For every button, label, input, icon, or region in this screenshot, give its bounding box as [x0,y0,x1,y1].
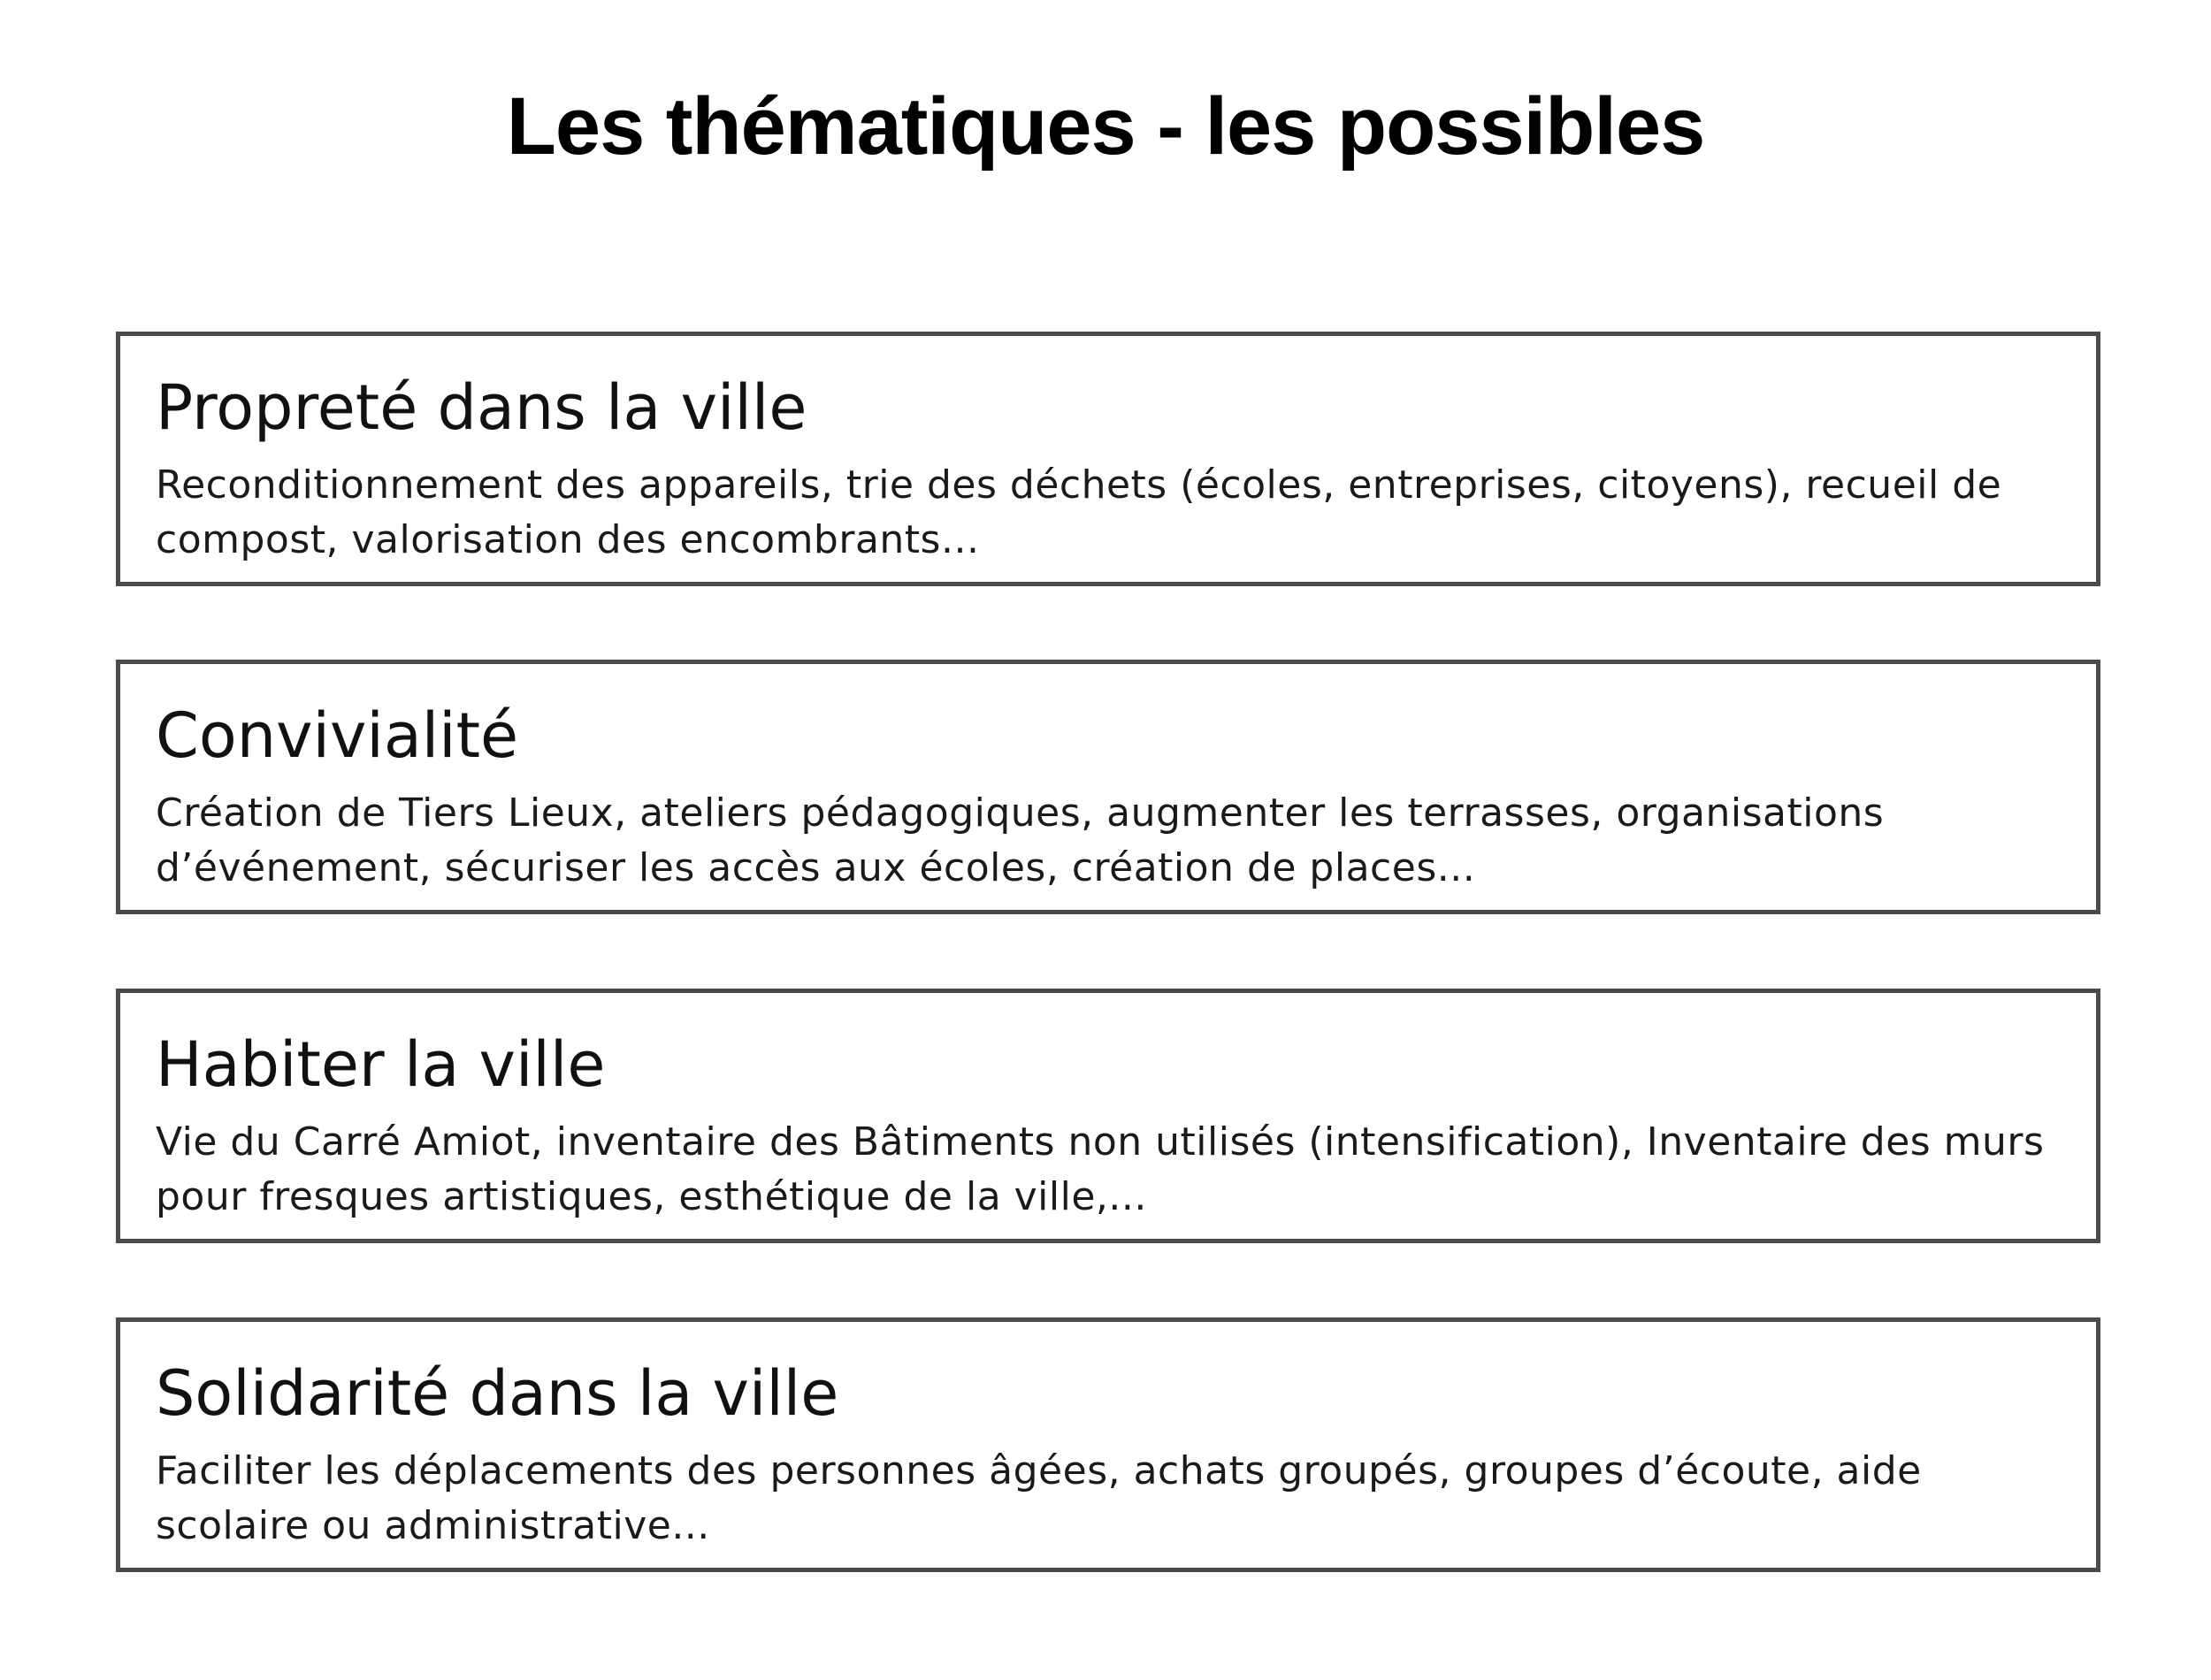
theme-description: Reconditionnement des appareils, trie de… [156,462,2002,562]
page-title: Les thématiques - les possibles [506,81,1706,172]
theme-description: Vie du Carré Amiot, inventaire des Bâtim… [156,1119,2045,1219]
theme-card-convivialite: Convivialité Création de Tiers Lieux, at… [116,660,2100,914]
theme-card-habiter: Habiter la ville Vie du Carré Amiot, inv… [116,989,2100,1243]
theme-description: Faciliter les déplacements des personnes… [156,1448,1922,1548]
theme-card-solidarite: Solidarité dans la ville Faciliter les d… [116,1317,2100,1572]
theme-heading: Convivialité [156,699,519,772]
theme-heading: Propreté dans la ville [156,371,807,444]
theme-heading: Solidarité dans la ville [156,1357,839,1430]
theme-card-proprete: Propreté dans la ville Reconditionnement… [116,332,2100,586]
theme-heading: Habiter la ville [156,1028,606,1101]
theme-description: Création de Tiers Lieux, ateliers pédago… [156,790,1885,890]
